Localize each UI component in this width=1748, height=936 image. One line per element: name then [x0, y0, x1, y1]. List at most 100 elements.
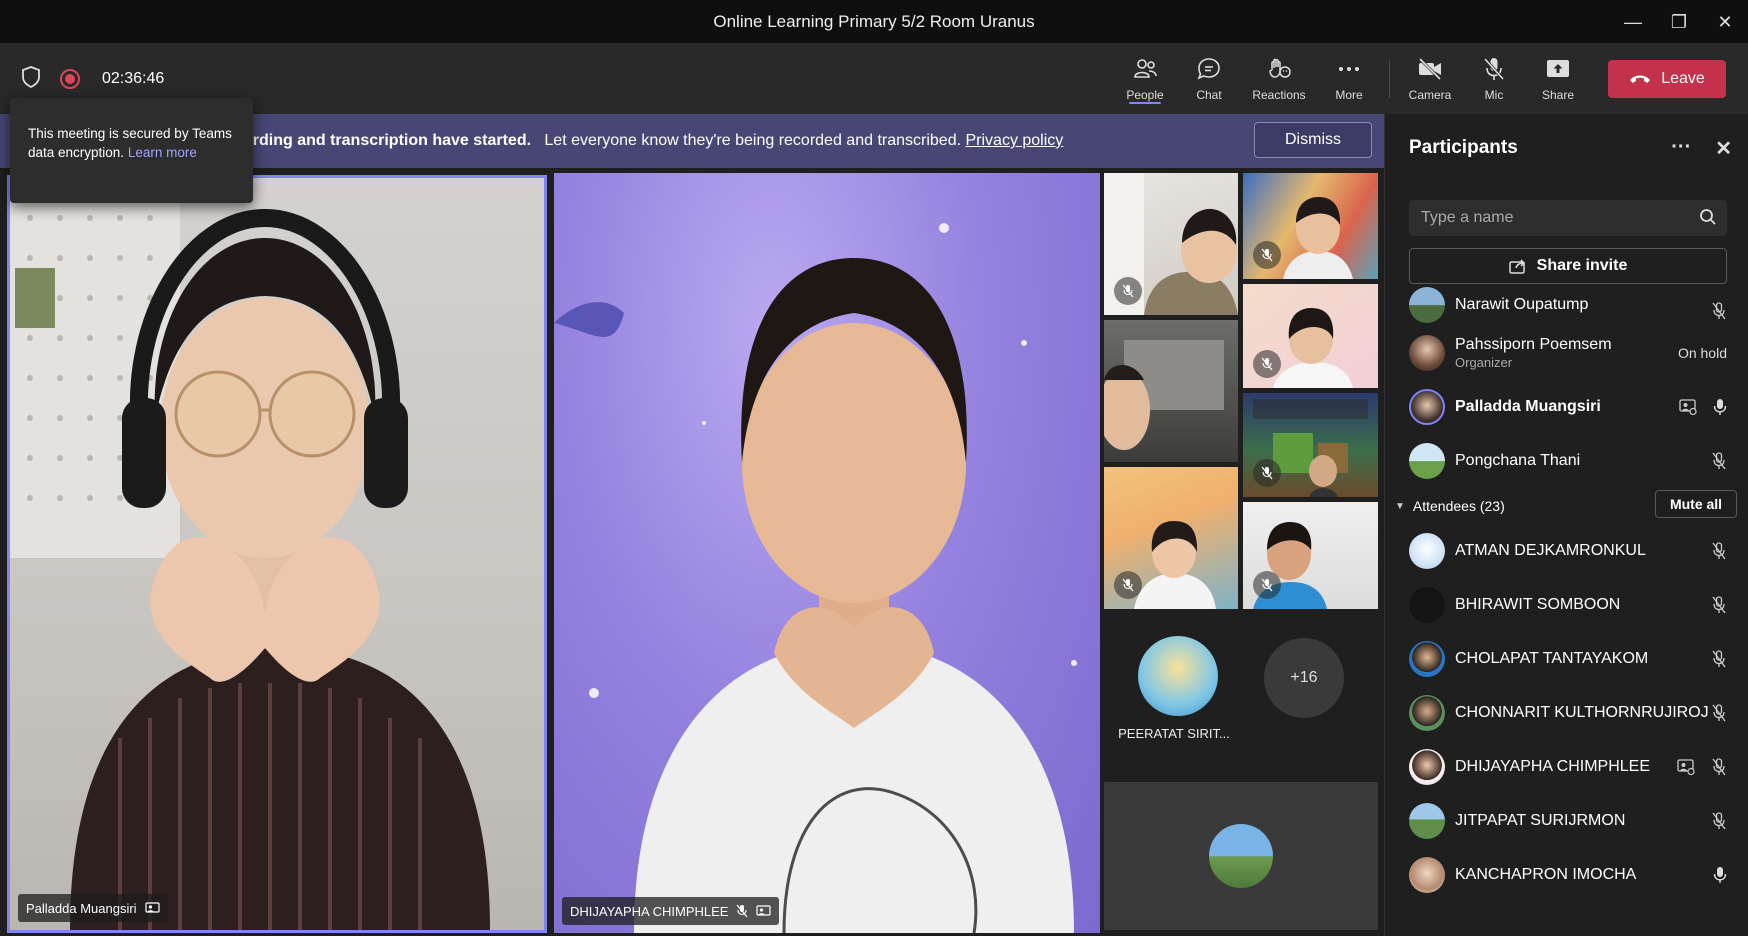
mic-off-icon — [1712, 452, 1726, 470]
participant-row[interactable]: CHONNARIT KULTHORNRUJIROJ — [1385, 686, 1748, 740]
chevron-down-icon[interactable]: ▼ — [1395, 501, 1405, 512]
self-view-tile[interactable] — [1104, 782, 1378, 930]
share-button[interactable]: Share — [1526, 44, 1590, 114]
mic-off-icon — [1483, 57, 1505, 81]
window-controls: — ❐ ✕ — [1610, 0, 1748, 44]
video-tile-gallery[interactable] — [1104, 320, 1238, 462]
camera-off-icon — [1418, 57, 1442, 81]
participant-name: BHIRAWIT SOMBOON — [1455, 596, 1621, 613]
more-icon — [1339, 67, 1359, 71]
privacy-policy-link[interactable]: Privacy policy — [965, 132, 1063, 149]
reactions-label: Reactions — [1252, 88, 1306, 102]
mic-off-icon — [1122, 284, 1134, 298]
avatar — [1409, 857, 1445, 893]
panel-title: Participants — [1409, 137, 1518, 158]
learn-more-link[interactable]: Learn more — [128, 145, 197, 160]
participant-name: DHIJAYAPHA CHIMPHLEE — [1455, 758, 1651, 775]
participant-row[interactable]: JITPAPAT SURIJRMON — [1385, 794, 1748, 848]
muted-badge — [1253, 459, 1281, 487]
video-tile-gallery[interactable] — [1104, 173, 1238, 315]
mic-off-icon — [1261, 357, 1273, 371]
teacher-video-frame — [10, 178, 490, 930]
banner-text: ording and transcription have started. L… — [243, 132, 1063, 150]
camera-button[interactable]: Camera — [1398, 44, 1462, 114]
share-invite-button[interactable]: Share invite — [1409, 248, 1727, 284]
mic-on-icon — [1713, 867, 1727, 883]
muted-badge — [1253, 350, 1281, 378]
people-button[interactable]: People — [1113, 44, 1177, 114]
mic-off-icon — [1712, 650, 1726, 668]
restore-button[interactable]: ❐ — [1656, 0, 1702, 44]
participant-name: KANCHAPRON IMOCHA — [1455, 866, 1637, 883]
close-panel-icon[interactable]: ✕ — [1715, 136, 1732, 161]
presenter-icon — [1677, 759, 1695, 775]
tile-name-bar: DHIJAYAPHA CHIMPHLEE — [562, 897, 780, 925]
participant-row[interactable]: CHOLAPAT TANTAYAKOM — [1385, 632, 1748, 686]
chat-label: Chat — [1196, 88, 1222, 102]
overflow-participants-button[interactable]: +16 — [1264, 638, 1344, 718]
mic-off-icon — [1261, 248, 1273, 262]
tile-name-bar: Palladda Muangsiri — [18, 894, 168, 922]
avatar — [1409, 587, 1445, 623]
leave-label: Leave — [1661, 70, 1705, 87]
video-tile-main-speaker[interactable]: Palladda Muangsiri — [7, 175, 547, 933]
share-invite-label: Share invite — [1536, 257, 1628, 274]
video-tile-gallery[interactable] — [1243, 284, 1378, 388]
participant-row[interactable]: Pahssiporn Poemsem Organizer On hold — [1385, 326, 1748, 380]
mic-off-icon — [1261, 578, 1273, 592]
muted-badge — [1114, 571, 1142, 599]
mic-off-icon — [1712, 758, 1726, 776]
mic-off-icon — [1712, 812, 1726, 830]
avatar — [1209, 824, 1273, 888]
participant-row[interactable]: BHIRAWIT SOMBOON — [1385, 578, 1748, 632]
participant-row[interactable]: KANCHAPRON IMOCHA — [1385, 848, 1748, 902]
video-tile-gallery[interactable] — [1243, 173, 1378, 279]
video-tile-gallery[interactable] — [1243, 393, 1378, 497]
leave-button[interactable]: Leave — [1608, 60, 1726, 98]
avatar — [1409, 641, 1445, 677]
shield-icon[interactable] — [20, 65, 42, 94]
people-icon — [1134, 59, 1157, 78]
mute-all-button[interactable]: Mute all — [1655, 490, 1737, 518]
chat-button[interactable]: Chat — [1177, 44, 1241, 114]
share-invite-icon — [1508, 259, 1525, 274]
participant-list: Narawit Oupatump Pahssiporn Poemsem Organ… — [1385, 287, 1748, 902]
search-placeholder: Type a name — [1421, 209, 1514, 226]
reactions-button[interactable]: Reactions — [1241, 44, 1317, 114]
mic-off-icon — [1712, 704, 1726, 722]
avatar — [1409, 389, 1445, 425]
mic-off-icon — [1712, 542, 1726, 560]
mic-button[interactable]: Mic — [1462, 44, 1526, 114]
tile-participant-name: Palladda Muangsiri — [26, 900, 137, 916]
participant-row[interactable]: Pongchana Thani — [1385, 434, 1748, 488]
avatar — [1409, 533, 1445, 569]
share-label: Share — [1541, 88, 1575, 102]
video-tile-gallery[interactable] — [1104, 467, 1238, 609]
participant-name: Palladda Muangsiri — [1455, 398, 1601, 415]
mic-off-icon — [1712, 596, 1726, 614]
participant-row[interactable]: Narawit Oupatump — [1385, 284, 1748, 326]
mic-off-icon — [1122, 578, 1134, 592]
participant-row[interactable]: Palladda Muangsiri — [1385, 380, 1748, 434]
search-input[interactable]: Type a name — [1409, 200, 1727, 236]
video-tile-student[interactable]: DHIJAYAPHA CHIMPHLEE — [554, 173, 1100, 933]
video-tile-gallery[interactable] — [1243, 502, 1378, 609]
muted-badge — [1253, 241, 1281, 269]
search-icon[interactable] — [1699, 208, 1717, 226]
attendees-section-header[interactable]: ▼ Attendees (23) Mute all — [1385, 488, 1748, 524]
avatar — [1409, 443, 1445, 479]
panel-more-icon[interactable]: ··· — [1671, 136, 1691, 161]
participant-row[interactable]: DHIJAYAPHA CHIMPHLEE — [1385, 740, 1748, 794]
close-window-button[interactable]: ✕ — [1702, 0, 1748, 44]
banner-bold-text: ording and transcription have started. — [243, 132, 532, 149]
more-button[interactable]: More — [1317, 44, 1381, 114]
student-thumbnail — [1104, 340, 1224, 450]
minimize-button[interactable]: — — [1610, 0, 1656, 44]
dismiss-button[interactable]: Dismiss — [1254, 122, 1372, 158]
avatar — [1409, 335, 1445, 371]
participant-row[interactable]: ATMAN DEJKAMRONKUL — [1385, 524, 1748, 578]
avatar-tile-peeratat[interactable]: PEERATAT SIRIT... — [1104, 614, 1244, 744]
presenter-icon — [756, 904, 772, 916]
avatar — [1138, 636, 1218, 716]
meeting-timer: 02:36:46 — [102, 70, 165, 87]
